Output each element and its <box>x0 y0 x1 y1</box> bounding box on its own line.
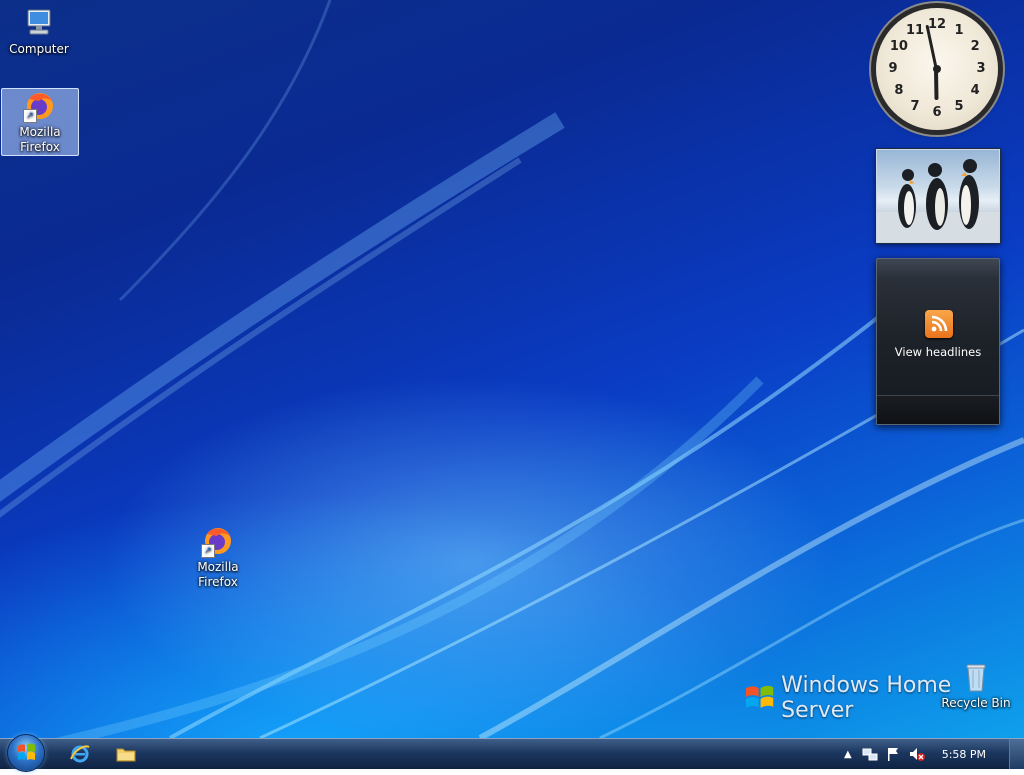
system-clock[interactable]: 5:58 PM <box>942 748 986 761</box>
clock-gadget[interactable]: 12 1 2 3 4 5 6 7 8 9 10 11 <box>876 8 998 130</box>
view-headlines-link[interactable]: View headlines <box>877 345 999 359</box>
clock-center-pin <box>933 65 941 73</box>
recycle-bin-icon <box>959 660 993 694</box>
clock-number-4: 4 <box>970 83 980 98</box>
wallpaper-streaks <box>0 0 1024 738</box>
clock-number-11: 11 <box>905 22 925 38</box>
clock-number-3: 3 <box>976 61 986 76</box>
clock-number-2: 2 <box>970 39 980 54</box>
clock-number-10: 10 <box>889 39 908 54</box>
firefox-icon: ↗ <box>201 524 235 558</box>
recycle-bin-label: Recycle Bin <box>941 696 1011 710</box>
clock-number-8: 8 <box>894 83 904 98</box>
clock-number-5: 5 <box>954 99 964 115</box>
recycle-bin-desktop-icon[interactable]: Recycle Bin <box>938 660 1014 711</box>
start-button[interactable] <box>8 735 44 771</box>
computer-icon <box>22 6 56 40</box>
clock-number-1: 1 <box>954 22 964 38</box>
shortcut-arrow-icon: ↗ <box>23 109 37 123</box>
windows-explorer-taskbar-button[interactable] <box>106 742 146 766</box>
show-desktop-button[interactable] <box>1009 739 1024 769</box>
clock-number-7: 7 <box>910 99 920 115</box>
desktop[interactable]: Computer ↗ Mozilla Firefox ↗ Mozilla Fir… <box>0 0 1024 738</box>
firefox-icon: ↗ <box>23 89 57 123</box>
feed-footer-band <box>877 395 999 424</box>
rss-feed-icon <box>925 310 953 338</box>
penguins-photo <box>877 159 999 242</box>
internet-explorer-taskbar-button[interactable] <box>60 742 100 766</box>
internet-explorer-icon <box>70 745 90 763</box>
action-center-flag-icon[interactable] <box>886 746 900 762</box>
volume-muted-icon[interactable] <box>908 746 926 762</box>
windows-explorer-icon <box>116 748 136 762</box>
shortcut-arrow-icon: ↗ <box>201 544 215 558</box>
clock-hour-hand <box>934 69 939 101</box>
clock-number-12: 12 <box>927 17 947 32</box>
show-hidden-icons-button[interactable]: ▲ <box>844 749 852 760</box>
firefox-label: Mozilla Firefox <box>197 560 239 589</box>
notification-area: ▲ 5:58 PM <box>844 739 986 769</box>
feed-headlines-gadget[interactable]: View headlines <box>876 258 1000 425</box>
firefox-label: Mozilla Firefox <box>19 125 61 154</box>
firefox-desktop-icon-selected[interactable]: ↗ Mozilla Firefox <box>1 88 79 156</box>
clock-number-9: 9 <box>888 61 898 76</box>
clock-number-6: 6 <box>932 105 942 120</box>
taskbar: ▲ 5:58 PM <box>0 735 1024 771</box>
windows-logo-icon <box>745 685 774 708</box>
computer-label: Computer <box>9 42 69 56</box>
windows-orb-icon <box>18 743 35 760</box>
slideshow-gadget[interactable] <box>876 149 1000 243</box>
firefox-desktop-icon[interactable]: ↗ Mozilla Firefox <box>180 524 256 590</box>
computer-desktop-icon[interactable]: Computer <box>1 6 77 57</box>
network-icon[interactable] <box>862 746 878 762</box>
